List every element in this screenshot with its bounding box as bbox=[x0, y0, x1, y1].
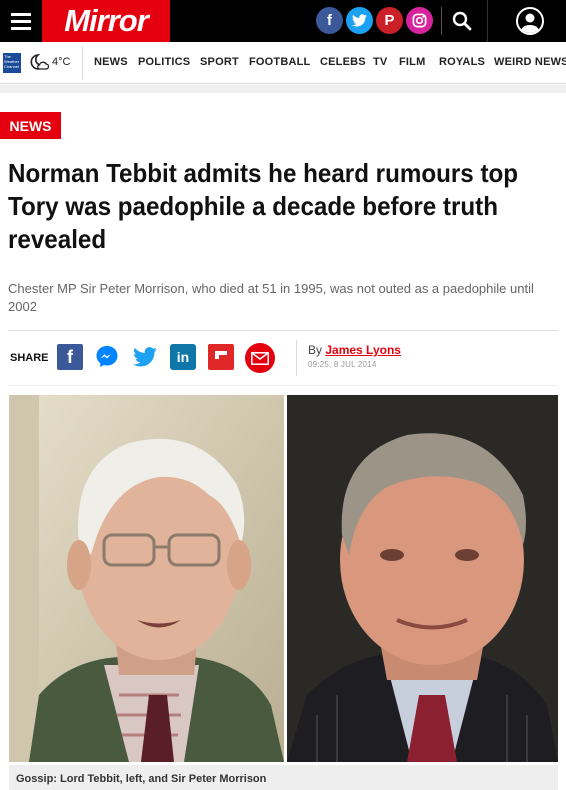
nav-item-weird-news[interactable]: WEIRD NEWS bbox=[494, 56, 566, 68]
nav-item-sport[interactable]: SPORT bbox=[200, 56, 239, 68]
pinterest-icon[interactable]: P bbox=[376, 7, 403, 34]
menu-icon[interactable] bbox=[0, 0, 42, 42]
divider bbox=[487, 0, 488, 42]
twitter-icon[interactable] bbox=[346, 7, 373, 34]
weather-temperature: 4°C bbox=[52, 56, 71, 68]
share-email-icon[interactable] bbox=[245, 343, 275, 373]
separator-strip bbox=[0, 85, 566, 93]
byline: By James Lyons bbox=[308, 343, 401, 357]
share-flipboard-icon[interactable] bbox=[208, 344, 234, 370]
account-icon[interactable] bbox=[516, 7, 544, 35]
headline: Norman Tebbit admits he heard rumours to… bbox=[8, 158, 519, 254]
nav-item-tv[interactable]: TV bbox=[373, 56, 387, 68]
photo-caption: Gossip: Lord Tebbit, left, and Sir Peter… bbox=[16, 773, 267, 785]
divider bbox=[82, 46, 83, 80]
weather-logo-text: The Weather Channel bbox=[4, 54, 20, 69]
nav-item-news[interactable]: NEWS bbox=[94, 56, 128, 68]
divider bbox=[296, 340, 297, 376]
nav-item-film[interactable]: FILM bbox=[399, 56, 425, 68]
share-label: SHARE bbox=[10, 352, 49, 364]
standfirst: Chester MP Sir Peter Morrison, who died … bbox=[8, 281, 534, 314]
moon-cloud-icon bbox=[27, 52, 50, 74]
byline-prefix: By bbox=[308, 343, 323, 357]
divider bbox=[441, 7, 442, 35]
weather-channel-logo[interactable]: The Weather Channel bbox=[3, 53, 21, 73]
timestamp: 09:25, 8 JUL 2014 bbox=[308, 360, 377, 369]
share-twitter-icon[interactable] bbox=[132, 344, 158, 370]
nav-item-celebs[interactable]: CELEBS bbox=[320, 56, 366, 68]
share-messenger-icon[interactable] bbox=[94, 344, 120, 370]
facebook-icon[interactable]: f bbox=[316, 7, 343, 34]
share-facebook-icon[interactable]: f bbox=[57, 344, 83, 370]
section-tag[interactable]: NEWS bbox=[0, 112, 61, 139]
share-linkedin-icon[interactable]: in bbox=[170, 344, 196, 370]
search-icon[interactable] bbox=[449, 8, 475, 34]
divider bbox=[8, 330, 558, 331]
divider bbox=[8, 385, 558, 386]
instagram-icon[interactable] bbox=[406, 7, 433, 34]
site-logo[interactable]: Mirror bbox=[42, 0, 170, 42]
lead-photo-left bbox=[9, 395, 284, 762]
nav-item-politics[interactable]: POLITICS bbox=[138, 56, 190, 68]
nav-item-football[interactable]: FOOTBALL bbox=[249, 56, 310, 68]
lead-photo-right bbox=[287, 395, 558, 762]
nav-item-royals[interactable]: ROYALS bbox=[439, 56, 485, 68]
author-link[interactable]: James Lyons bbox=[325, 343, 401, 357]
